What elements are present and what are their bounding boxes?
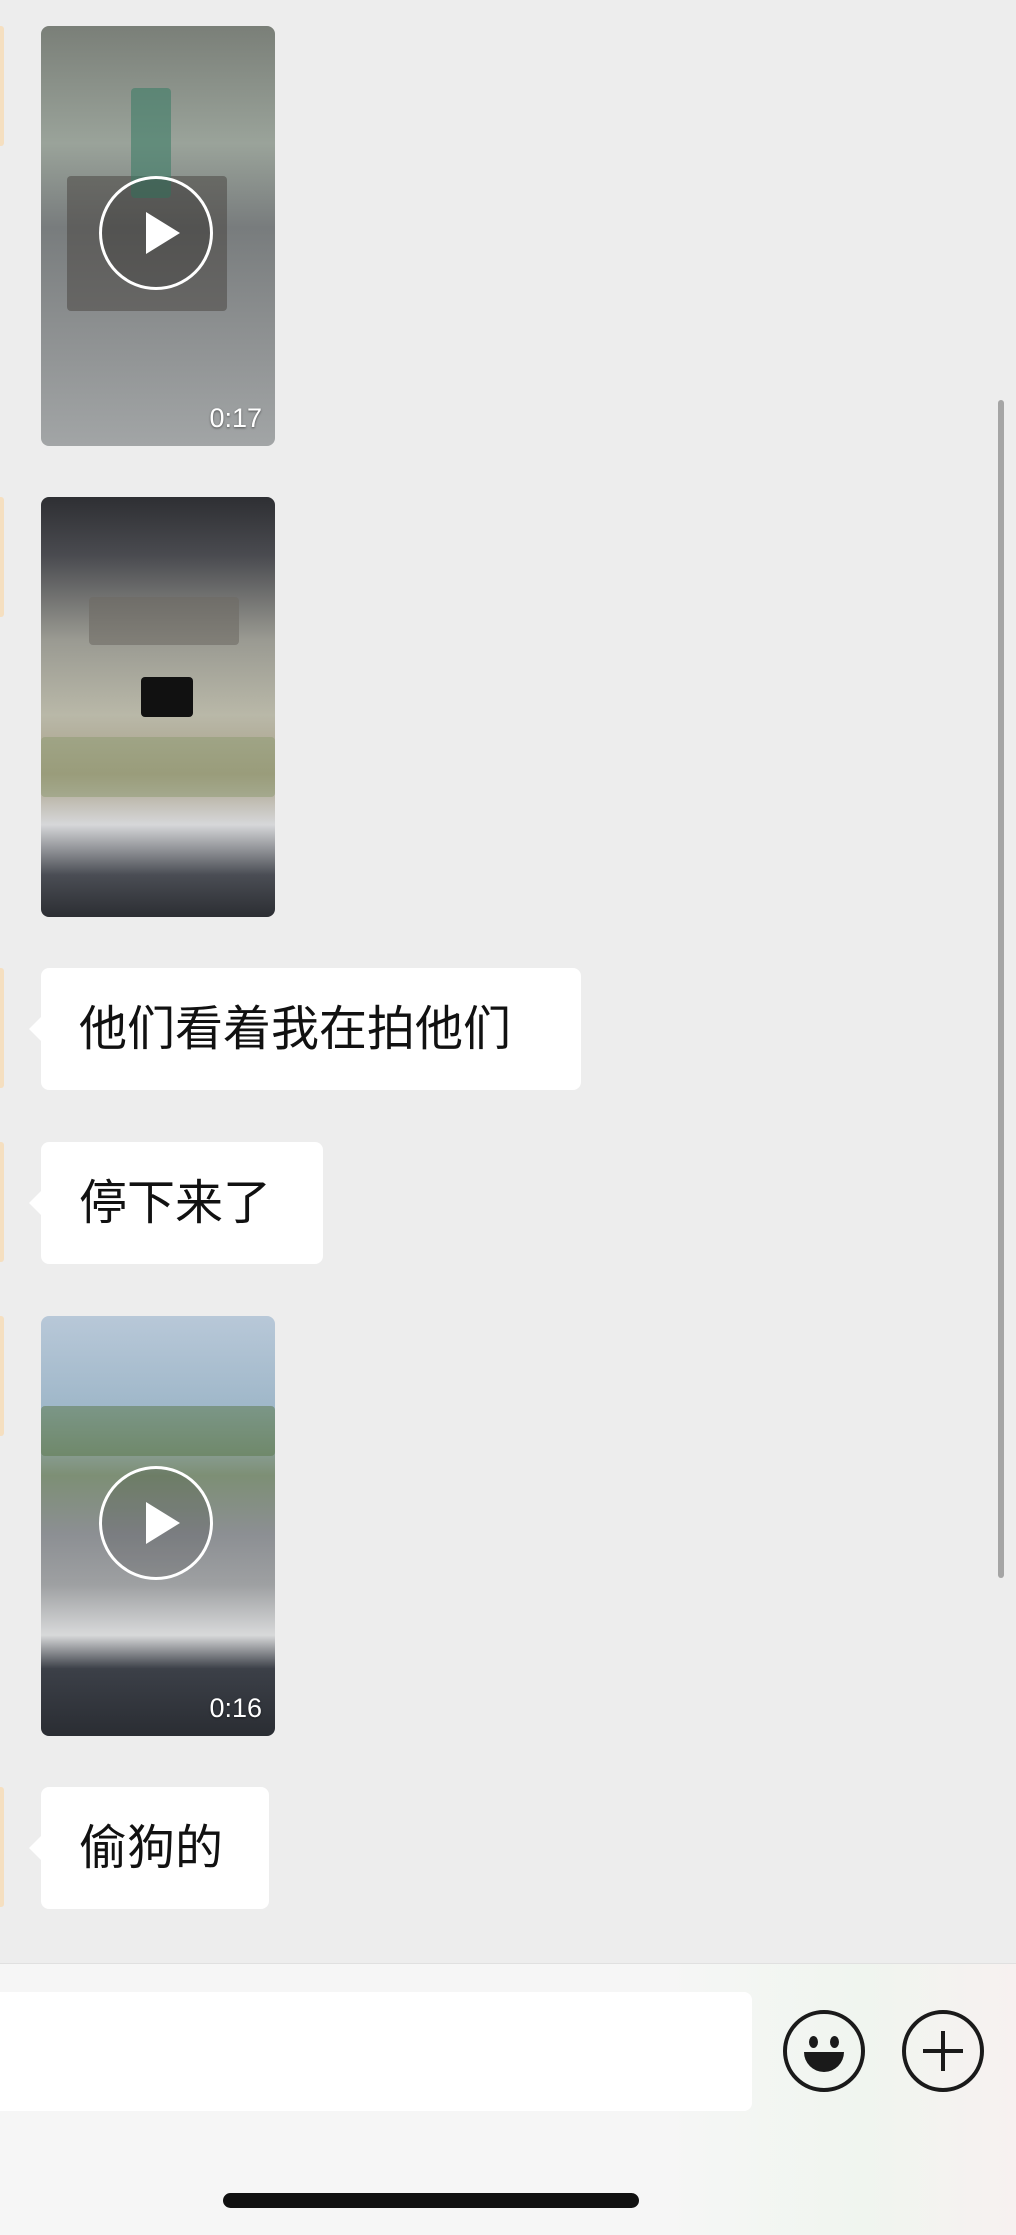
scrollbar[interactable] bbox=[998, 400, 1004, 1578]
video-thumbnail-detail bbox=[89, 597, 239, 645]
sender-avatar[interactable] bbox=[0, 1142, 4, 1262]
video-message[interactable]: 0:16 bbox=[41, 1316, 275, 1736]
video-duration: 0:17 bbox=[209, 403, 262, 433]
home-indicator[interactable] bbox=[223, 2193, 639, 2208]
play-icon[interactable] bbox=[99, 176, 213, 290]
video-message[interactable] bbox=[41, 497, 275, 917]
sender-avatar[interactable] bbox=[0, 26, 4, 146]
emoji-eye bbox=[830, 2036, 839, 2048]
smiley-face-icon[interactable] bbox=[783, 2010, 865, 2092]
emoji-mouth bbox=[804, 2052, 844, 2072]
sender-avatar[interactable] bbox=[0, 497, 4, 617]
video-thumbnail-detail bbox=[141, 677, 193, 717]
plus-bar bbox=[941, 2031, 945, 2071]
text-message-bubble[interactable]: 他们看着我在拍他们 bbox=[29, 968, 581, 1090]
message-input[interactable] bbox=[0, 1992, 752, 2111]
plus-circle-icon[interactable] bbox=[902, 2010, 984, 2092]
message-text: 他们看着我在拍他们 bbox=[79, 1001, 512, 1057]
text-message-bubble[interactable]: 偷狗的 bbox=[29, 1787, 269, 1909]
video-thumbnail-detail bbox=[41, 1406, 275, 1456]
text-message-bubble[interactable]: 停下来了 bbox=[29, 1142, 323, 1264]
play-icon[interactable] bbox=[99, 1466, 213, 1580]
video-duration: 0:16 bbox=[209, 1693, 262, 1723]
sender-avatar[interactable] bbox=[0, 1316, 4, 1436]
message-text: 停下来了 bbox=[79, 1175, 272, 1231]
video-message[interactable]: 0:17 bbox=[41, 26, 275, 446]
sender-avatar[interactable] bbox=[0, 968, 4, 1088]
emoji-eye bbox=[809, 2036, 818, 2048]
video-thumbnail-detail bbox=[41, 737, 275, 797]
sender-avatar[interactable] bbox=[0, 1787, 4, 1907]
message-text: 偷狗的 bbox=[79, 1820, 224, 1876]
